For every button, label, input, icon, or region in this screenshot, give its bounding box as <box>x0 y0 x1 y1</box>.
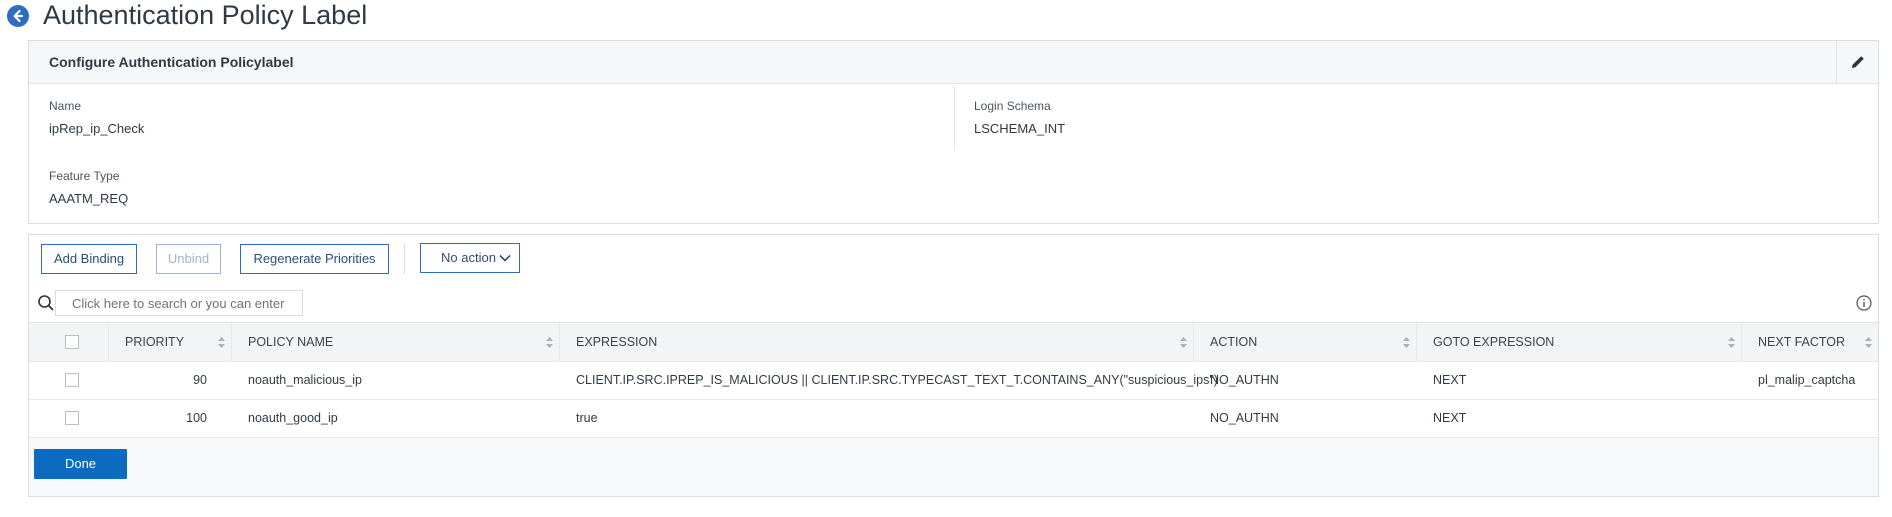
config-panel-title: Configure Authentication Policylabel <box>49 54 294 70</box>
name-label: Name <box>49 99 82 113</box>
bindings-panel: Add Binding Unbind Regenerate Priorities… <box>28 234 1879 497</box>
config-panel: Configure Authentication Policylabel Nam… <box>28 40 1879 224</box>
regenerate-priorities-button[interactable]: Regenerate Priorities <box>240 244 389 274</box>
column-header-next-factor[interactable]: NEXT FACTOR <box>1742 323 1878 361</box>
feature-type-label: Feature Type <box>49 169 120 183</box>
search-icon <box>38 295 54 311</box>
action-cell: NO_AUTHN <box>1210 411 1279 425</box>
column-header-goto-expression[interactable]: GOTO EXPRESSION <box>1417 323 1742 361</box>
sort-icon <box>218 337 225 348</box>
table-row[interactable]: 90 noauth_malicious_ip CLIENT.IP.SRC.IPR… <box>29 362 1878 400</box>
column-header-expression[interactable]: EXPRESSION <box>560 323 1194 361</box>
done-button[interactable]: Done <box>34 449 127 479</box>
bindings-table: PRIORITY POLICY NAME EXPRESSION ACTION G… <box>29 323 1878 438</box>
table-header: PRIORITY POLICY NAME EXPRESSION ACTION G… <box>29 323 1878 362</box>
action-select[interactable]: No action <box>420 243 520 273</box>
row-checkbox[interactable] <box>65 411 79 425</box>
chevron-down-icon <box>499 254 511 262</box>
login-schema-value: LSCHEMA_INT <box>974 121 1066 136</box>
column-header-action[interactable]: ACTION <box>1194 323 1417 361</box>
expression-cell: CLIENT.IP.SRC.IPREP_IS_MALICIOUS || CLIE… <box>576 373 1218 387</box>
page-title: Authentication Policy Label <box>43 0 368 30</box>
column-header-policy-name[interactable]: POLICY NAME <box>232 323 560 361</box>
login-schema-label: Login Schema <box>974 99 1051 113</box>
policy-name-cell: noauth_malicious_ip <box>248 373 362 387</box>
expression-cell: true <box>576 411 598 425</box>
sort-icon <box>1403 337 1410 348</box>
policy-name-cell: noauth_good_ip <box>248 411 338 425</box>
name-value: ipRep_ip_Check <box>49 121 145 136</box>
info-icon[interactable] <box>1856 295 1872 311</box>
row-checkbox[interactable] <box>65 373 79 387</box>
search-input[interactable] <box>55 290 303 316</box>
divider <box>954 86 955 150</box>
table-row[interactable]: 100 noauth_good_ip true NO_AUTHN NEXT <box>29 400 1878 438</box>
sort-icon <box>546 337 553 348</box>
column-header-priority[interactable]: PRIORITY <box>109 323 232 361</box>
sort-icon <box>1728 337 1735 348</box>
select-all-checkbox[interactable] <box>65 335 79 349</box>
priority-cell: 90 <box>193 373 207 387</box>
feature-type-value: AAATM_REQ <box>49 191 129 206</box>
action-cell: NO_AUTHN <box>1210 373 1279 387</box>
goto-expression-cell: NEXT <box>1433 373 1467 387</box>
pencil-icon <box>1852 56 1864 68</box>
header-select <box>29 323 109 361</box>
bindings-toolbar: Add Binding Unbind Regenerate Priorities… <box>29 235 1878 285</box>
toolbar-separator <box>404 244 405 274</box>
sort-icon <box>1865 337 1872 348</box>
next-factor-cell[interactable]: pl_malip_captcha <box>1758 362 1855 399</box>
goto-expression-cell: NEXT <box>1433 411 1467 425</box>
priority-cell: 100 <box>186 411 207 425</box>
edit-button[interactable] <box>1836 41 1878 83</box>
back-arrow-icon[interactable] <box>7 5 29 27</box>
config-panel-header: Configure Authentication Policylabel <box>29 41 1878 84</box>
add-binding-button[interactable]: Add Binding <box>41 244 137 274</box>
unbind-button[interactable]: Unbind <box>156 244 221 274</box>
action-select-value: No action <box>441 250 496 265</box>
sort-icon <box>1180 337 1187 348</box>
search-bar <box>29 284 1878 323</box>
